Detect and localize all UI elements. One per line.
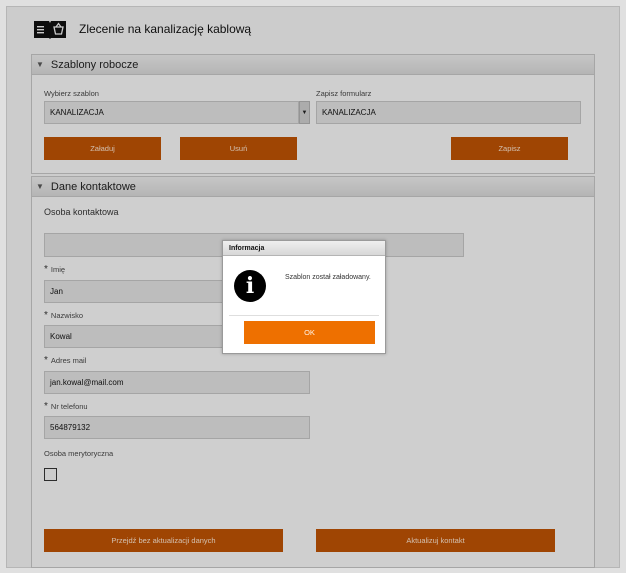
ok-button[interactable]: OK — [244, 321, 375, 344]
info-icon: i — [234, 270, 266, 302]
info-dialog: Informacja i Szablon został załadowany. … — [222, 240, 386, 354]
dialog-message: Szablon został załadowany. — [285, 274, 371, 281]
dialog-title: Informacja — [223, 241, 385, 256]
dialog-divider — [229, 315, 379, 316]
